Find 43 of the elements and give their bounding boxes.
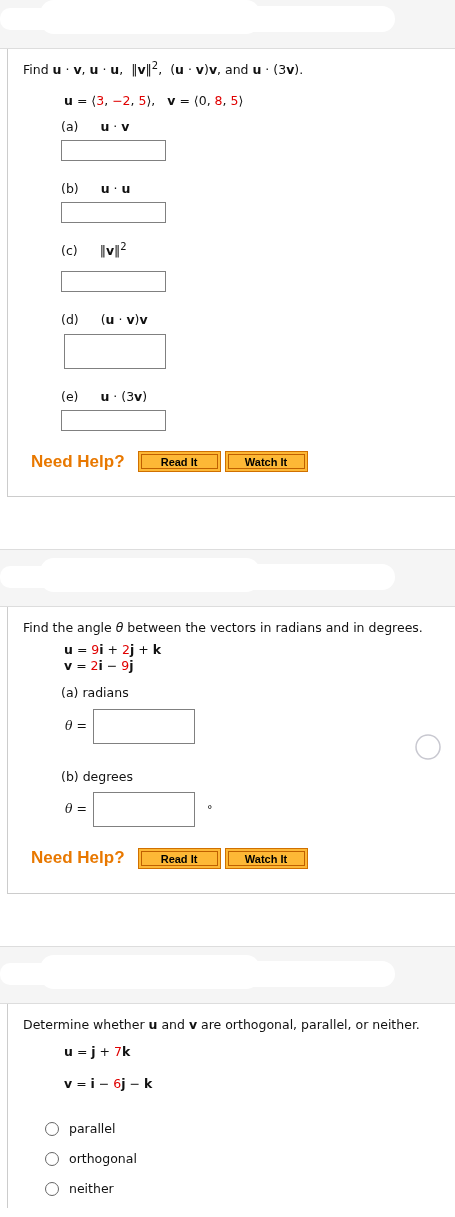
radio-button[interactable] bbox=[45, 1152, 59, 1167]
part-expression: u · (3v) bbox=[100, 387, 148, 406]
answer-field[interactable] bbox=[61, 201, 166, 223]
given-vectors: u = ⟨3, −2, 5⟩, v = ⟨0, 8, 5⟩ bbox=[64, 91, 245, 110]
question-prompt: Find the angle θ between the vectors in radians and in degrees. bbox=[23, 620, 423, 635]
option-label: orthogonal bbox=[69, 1149, 137, 1168]
part-label: (d) bbox=[61, 310, 79, 329]
part-expression: u · u bbox=[100, 179, 131, 198]
answer-field[interactable] bbox=[64, 333, 166, 369]
radio-button[interactable] bbox=[45, 1181, 59, 1196]
option-label: parallel bbox=[69, 1120, 116, 1138]
help-button[interactable]: Read It bbox=[137, 847, 221, 869]
part-label: (a) bbox=[61, 117, 79, 136]
part-label: (c) bbox=[61, 241, 78, 260]
help-button[interactable]: Watch It bbox=[224, 450, 308, 472]
given-vector: u = 9i + 2j + k bbox=[64, 641, 162, 658]
answer-field[interactable] bbox=[61, 139, 166, 161]
answer-field[interactable] bbox=[61, 409, 166, 431]
need-help-label: Need Help? bbox=[31, 847, 125, 870]
answer-field[interactable] bbox=[93, 708, 195, 744]
part-expression: ‖v‖$^{2}$ bbox=[99, 241, 127, 260]
help-button[interactable]: Read It bbox=[137, 450, 221, 472]
question-prompt: Determine whether u and v are orthogonal, parallel, or neither. bbox=[23, 1016, 420, 1032]
need-help-label: Need Help? bbox=[31, 450, 125, 473]
status-circle-icon bbox=[415, 733, 441, 760]
given-vector: v = 2i − 9j bbox=[64, 657, 135, 674]
theta-label: θ = bbox=[65, 800, 88, 819]
answer-field[interactable] bbox=[61, 270, 166, 292]
question-prompt: Find u · v, u · u, ‖v‖$^{2}$, (u · v)v, and u · (3v). bbox=[23, 62, 304, 77]
given-vector: v = i − 6j − k bbox=[64, 1075, 154, 1094]
part-expression: u · v bbox=[100, 117, 130, 136]
part-label: (b) bbox=[61, 179, 79, 198]
part-label: (e) bbox=[61, 387, 79, 406]
theta-label: θ = bbox=[65, 716, 88, 735]
degree-sign: ° bbox=[207, 801, 213, 818]
help-button[interactable]: Watch It bbox=[224, 847, 308, 869]
part-expression: (u · v)v bbox=[100, 310, 148, 329]
part-label: (b) degrees bbox=[61, 768, 133, 784]
answer-field[interactable] bbox=[93, 792, 195, 828]
radio-button[interactable] bbox=[45, 1122, 59, 1137]
given-vector: u = j + 7k bbox=[64, 1042, 132, 1061]
option-label: neither bbox=[69, 1179, 114, 1198]
part-label: (a) radians bbox=[61, 684, 129, 700]
